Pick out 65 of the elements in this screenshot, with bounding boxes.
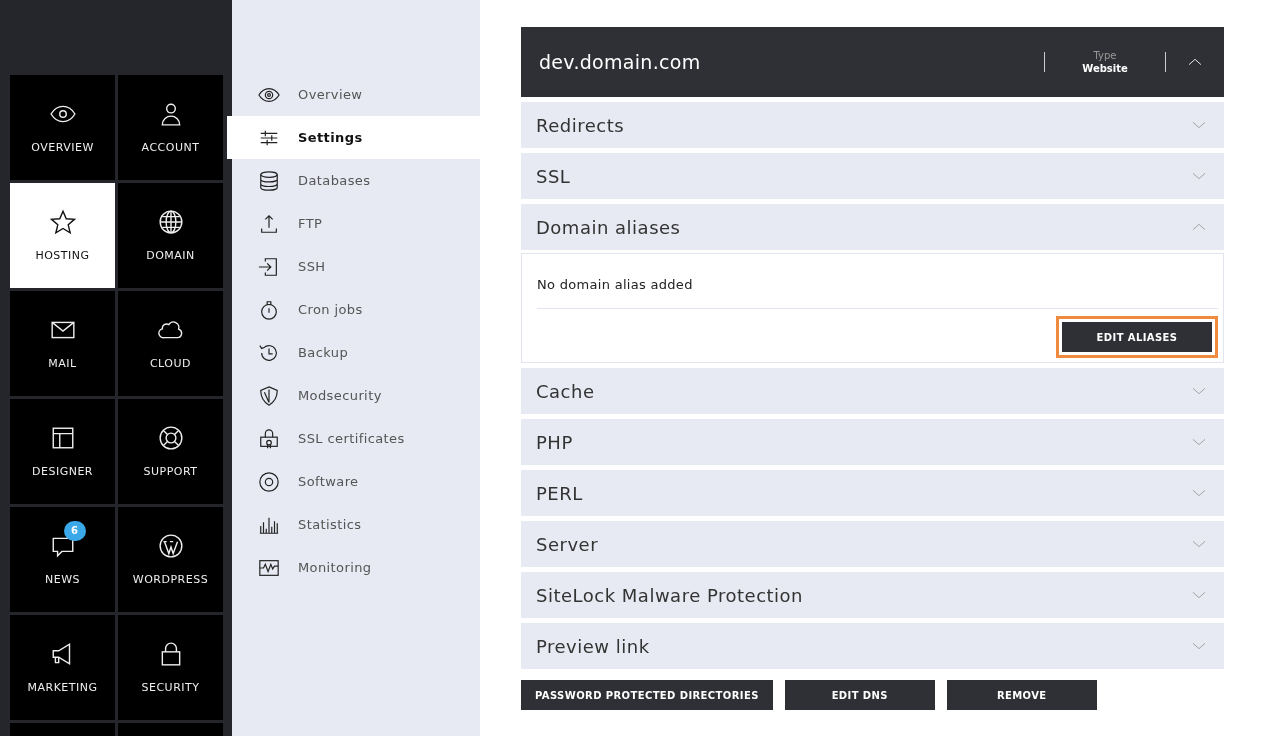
action-button[interactable]: PASSWORD PROTECTED DIRECTORIES xyxy=(521,680,773,710)
sidebar-item[interactable]: Software xyxy=(232,460,480,503)
section-header[interactable]: Server xyxy=(521,521,1224,567)
shield-icon xyxy=(258,384,280,407)
tile-label: DESIGNER xyxy=(32,465,93,478)
section-header[interactable]: SiteLock Malware Protection xyxy=(521,572,1224,618)
sidebar-item[interactable]: Modsecurity xyxy=(232,374,480,417)
menu-tile[interactable]: CLOUD xyxy=(118,291,223,396)
section-header[interactable]: PHP xyxy=(521,419,1224,465)
action-button[interactable]: REMOVE xyxy=(946,680,1097,710)
globe-icon xyxy=(157,209,184,235)
tile-label: SUPPORT xyxy=(143,465,198,478)
tile-label: DOMAIN xyxy=(146,249,195,262)
tile-label: NEWS xyxy=(44,573,80,586)
login-icon xyxy=(258,255,280,278)
star-icon xyxy=(49,209,76,235)
sidebar-item[interactable]: Backup xyxy=(232,331,480,374)
menu-tile[interactable]: MAIL xyxy=(10,291,115,396)
menu-tile[interactable]: SUPPORT xyxy=(118,399,223,504)
tile-label: CLOUD xyxy=(149,357,192,370)
section-header[interactable]: PERL xyxy=(521,470,1224,516)
section-header[interactable]: Redirects xyxy=(521,102,1224,148)
database-icon xyxy=(258,169,280,192)
menu-tile[interactable]: OVERVIEW xyxy=(10,75,115,180)
tile-label: ACCOUNT xyxy=(141,141,200,154)
section-header[interactable]: Cache xyxy=(521,368,1224,414)
menu-tile[interactable]: WORDPRESS xyxy=(118,507,223,612)
sidebar-item[interactable]: FTP xyxy=(232,202,480,245)
sidebar-item[interactable]: Statistics xyxy=(232,503,480,546)
action-button[interactable]: EDIT DNS xyxy=(784,680,935,710)
upload-icon xyxy=(258,212,280,235)
menu-tile[interactable]: HOSTING xyxy=(10,183,115,288)
tile-label: SECURITY xyxy=(141,681,200,694)
menu-tile[interactable]: 6 NEWS xyxy=(10,507,115,612)
sidebar-item[interactable]: Settings xyxy=(227,116,480,159)
sidebar-item[interactable]: SSH xyxy=(232,245,480,288)
tile-label: MARKETING xyxy=(27,681,98,694)
stopwatch-icon xyxy=(258,298,280,321)
menu-tile[interactable]: SECURITY xyxy=(118,615,223,720)
tile-label: WORDPRESS xyxy=(132,573,209,586)
disc-icon xyxy=(258,470,280,493)
section-header[interactable]: SSL xyxy=(521,153,1224,199)
empty-message: No domain alias added xyxy=(537,254,1218,309)
wordpress-icon xyxy=(157,533,184,559)
sidebar-item[interactable]: Monitoring xyxy=(232,546,480,589)
menu-tile[interactable]: ACCOUNT xyxy=(118,75,223,180)
menu-tile[interactable]: MARKETING xyxy=(10,615,115,720)
certificate-lock-icon xyxy=(258,427,280,450)
sidebar-item[interactable]: Overview xyxy=(232,73,480,116)
domain-title: dev.domain.com xyxy=(539,51,702,73)
sidebar-item[interactable]: Databases xyxy=(232,159,480,202)
lifebuoy-icon xyxy=(157,425,184,451)
menu-tile[interactable]: DESIGNER xyxy=(10,399,115,504)
section-header[interactable]: Domain aliases xyxy=(521,204,1224,250)
type-value: Website xyxy=(1082,63,1128,74)
menu-tile[interactable]: DOMAIN xyxy=(118,183,223,288)
tile-label: HOSTING xyxy=(35,249,90,262)
tile-label: MAIL xyxy=(48,357,77,370)
count-badge: 6 xyxy=(63,521,86,541)
sidebar-item[interactable]: Cron jobs xyxy=(232,288,480,331)
type-label: Type xyxy=(1093,50,1117,61)
section-header[interactable]: Preview link xyxy=(521,623,1224,669)
edit-aliases-button[interactable]: EDIT ALIASES xyxy=(1062,322,1212,352)
tile-label: OVERVIEW xyxy=(31,141,94,154)
sidebar-item[interactable]: SSL certificates xyxy=(232,417,480,460)
